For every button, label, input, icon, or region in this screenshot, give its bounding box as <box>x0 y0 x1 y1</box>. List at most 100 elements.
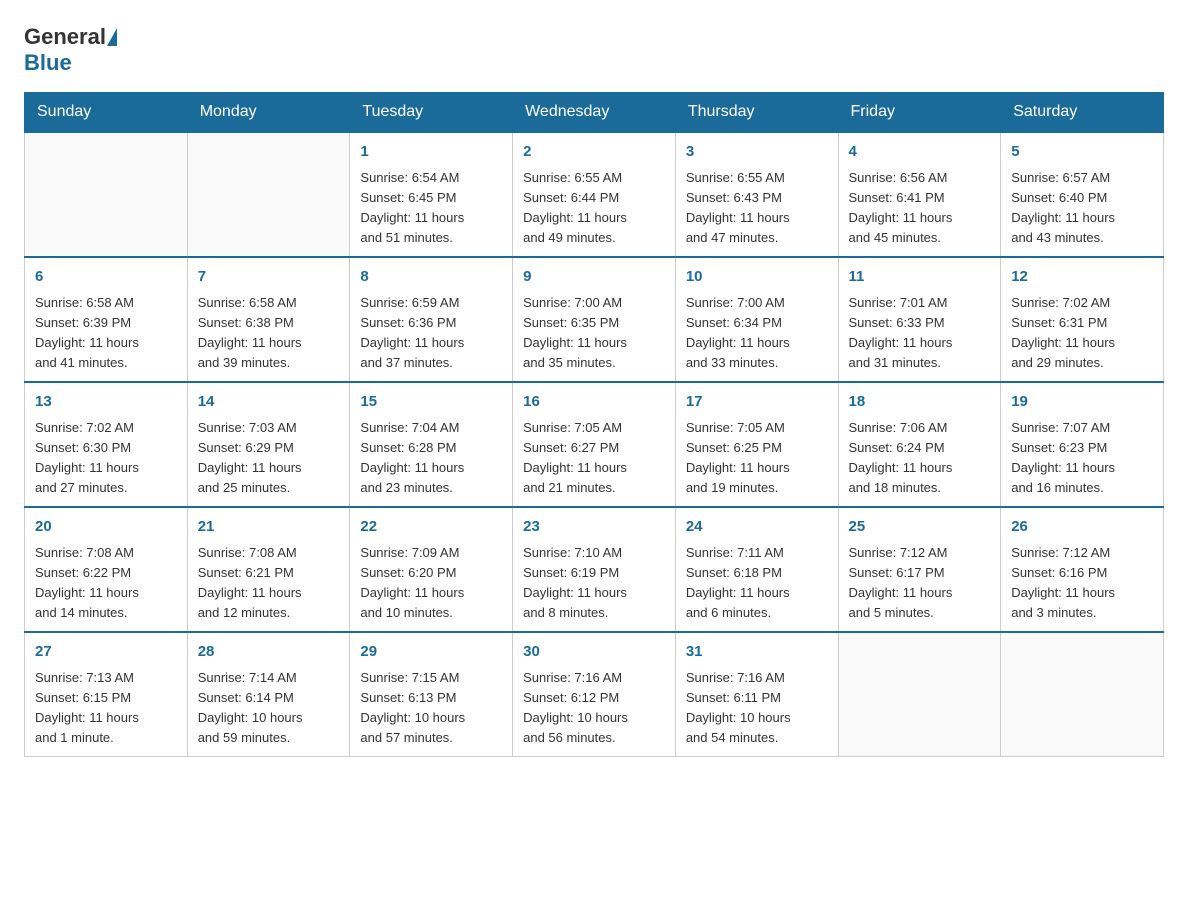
week-row-5: 27Sunrise: 7:13 AM Sunset: 6:15 PM Dayli… <box>25 632 1164 757</box>
day-info: Sunrise: 6:55 AM Sunset: 6:44 PM Dayligh… <box>523 168 665 249</box>
calendar-cell: 24 Sunrise: 7:11 AM Sunset: 6:18 PM Dayli… <box>675 507 838 632</box>
day-info: Sunrise: 7:05 AM Sunset: 6:27 PM Dayligh… <box>523 418 665 499</box>
day-info: Sunrise: 7:07 AM Sunset: 6:23 PM Dayligh… <box>1011 418 1153 499</box>
weekday-header-row: SundayMondayTuesdayWednesdayThursdayFrid… <box>25 93 1164 133</box>
day-info: Sunrise: 7:05 AM Sunset: 6:25 PM Dayligh… <box>686 418 828 499</box>
page-header: General Blue <box>24 24 1164 76</box>
day-info: Sunrise: 7:03 AM Sunset: 6:29 PM Dayligh… <box>198 418 340 499</box>
week-row-3: 13 Sunrise: 7:02 AM Sunset: 6:30 PM Dayli… <box>25 382 1164 507</box>
day-number: 3 <box>686 141 828 164</box>
calendar-cell: 1 Sunrise: 6:54 AM Sunset: 6:45 PM Daylig… <box>350 132 513 257</box>
day-info: Sunrise: 7:01 AM Sunset: 6:33 PM Dayligh… <box>849 293 991 374</box>
calendar-cell: 18 Sunrise: 7:06 AM Sunset: 6:24 PM Dayli… <box>838 382 1001 507</box>
day-number: 22 <box>360 516 502 539</box>
calendar-table: SundayMondayTuesdayWednesdayThursdayFrid… <box>24 92 1164 757</box>
day-info: Sunrise: 7:09 AM Sunset: 6:20 PM Dayligh… <box>360 543 502 624</box>
day-number: 6 <box>35 266 177 289</box>
day-info: Sunrise: 6:59 AM Sunset: 6:36 PM Dayligh… <box>360 293 502 374</box>
week-row-2: 6Sunrise: 6:58 AM Sunset: 6:39 PM Daylig… <box>25 257 1164 382</box>
day-number: 18 <box>849 391 991 414</box>
day-info: Sunrise: 7:16 AM Sunset: 6:12 PM Dayligh… <box>523 668 665 749</box>
day-number: 1 <box>360 141 502 164</box>
day-number: 12 <box>1011 266 1153 289</box>
weekday-header-saturday: Saturday <box>1001 93 1164 133</box>
calendar-cell: 16 Sunrise: 7:05 AM Sunset: 6:27 PM Dayli… <box>513 382 676 507</box>
logo-triangle-icon <box>107 28 117 46</box>
calendar-cell: 26Sunrise: 7:12 AM Sunset: 6:16 PM Dayli… <box>1001 507 1164 632</box>
day-number: 11 <box>849 266 991 289</box>
day-number: 31 <box>686 641 828 664</box>
calendar-cell: 23Sunrise: 7:10 AM Sunset: 6:19 PM Dayli… <box>513 507 676 632</box>
day-info: Sunrise: 6:57 AM Sunset: 6:40 PM Dayligh… <box>1011 168 1153 249</box>
day-info: Sunrise: 7:15 AM Sunset: 6:13 PM Dayligh… <box>360 668 502 749</box>
calendar-cell: 30 Sunrise: 7:16 AM Sunset: 6:12 PM Dayli… <box>513 632 676 757</box>
day-info: Sunrise: 7:02 AM Sunset: 6:30 PM Dayligh… <box>35 418 177 499</box>
calendar-cell: 27Sunrise: 7:13 AM Sunset: 6:15 PM Dayli… <box>25 632 188 757</box>
day-number: 17 <box>686 391 828 414</box>
day-number: 23 <box>523 516 665 539</box>
day-number: 19 <box>1011 391 1153 414</box>
calendar-cell: 14 Sunrise: 7:03 AM Sunset: 6:29 PM Dayli… <box>187 382 350 507</box>
weekday-header-friday: Friday <box>838 93 1001 133</box>
calendar-cell: 17 Sunrise: 7:05 AM Sunset: 6:25 PM Dayli… <box>675 382 838 507</box>
calendar-cell: 9 Sunrise: 7:00 AM Sunset: 6:35 PM Daylig… <box>513 257 676 382</box>
day-info: Sunrise: 7:04 AM Sunset: 6:28 PM Dayligh… <box>360 418 502 499</box>
week-row-4: 20 Sunrise: 7:08 AM Sunset: 6:22 PM Dayli… <box>25 507 1164 632</box>
day-number: 30 <box>523 641 665 664</box>
day-info: Sunrise: 7:00 AM Sunset: 6:35 PM Dayligh… <box>523 293 665 374</box>
day-number: 25 <box>849 516 991 539</box>
calendar-cell <box>838 632 1001 757</box>
day-number: 8 <box>360 266 502 289</box>
weekday-header-monday: Monday <box>187 93 350 133</box>
day-info: Sunrise: 7:00 AM Sunset: 6:34 PM Dayligh… <box>686 293 828 374</box>
day-info: Sunrise: 7:16 AM Sunset: 6:11 PM Dayligh… <box>686 668 828 749</box>
calendar-cell: 20 Sunrise: 7:08 AM Sunset: 6:22 PM Dayli… <box>25 507 188 632</box>
day-number: 7 <box>198 266 340 289</box>
day-number: 21 <box>198 516 340 539</box>
day-number: 4 <box>849 141 991 164</box>
day-number: 9 <box>523 266 665 289</box>
day-number: 2 <box>523 141 665 164</box>
day-number: 24 <box>686 516 828 539</box>
calendar-cell: 8 Sunrise: 6:59 AM Sunset: 6:36 PM Daylig… <box>350 257 513 382</box>
calendar-cell: 15 Sunrise: 7:04 AM Sunset: 6:28 PM Dayli… <box>350 382 513 507</box>
day-number: 15 <box>360 391 502 414</box>
day-number: 29 <box>360 641 502 664</box>
calendar-cell: 28Sunrise: 7:14 AM Sunset: 6:14 PM Dayli… <box>187 632 350 757</box>
day-number: 28 <box>198 641 340 664</box>
day-info: Sunrise: 7:08 AM Sunset: 6:22 PM Dayligh… <box>35 543 177 624</box>
day-number: 13 <box>35 391 177 414</box>
day-info: Sunrise: 7:06 AM Sunset: 6:24 PM Dayligh… <box>849 418 991 499</box>
calendar-cell: 29 Sunrise: 7:15 AM Sunset: 6:13 PM Dayli… <box>350 632 513 757</box>
calendar-cell: 22 Sunrise: 7:09 AM Sunset: 6:20 PM Dayli… <box>350 507 513 632</box>
calendar-cell <box>187 132 350 257</box>
day-number: 14 <box>198 391 340 414</box>
logo-general-text: General <box>24 24 106 50</box>
weekday-header-sunday: Sunday <box>25 93 188 133</box>
calendar-cell: 6Sunrise: 6:58 AM Sunset: 6:39 PM Daylig… <box>25 257 188 382</box>
weekday-header-tuesday: Tuesday <box>350 93 513 133</box>
weekday-header-wednesday: Wednesday <box>513 93 676 133</box>
day-number: 16 <box>523 391 665 414</box>
calendar-cell: 12Sunrise: 7:02 AM Sunset: 6:31 PM Dayli… <box>1001 257 1164 382</box>
day-info: Sunrise: 7:11 AM Sunset: 6:18 PM Dayligh… <box>686 543 828 624</box>
day-number: 10 <box>686 266 828 289</box>
calendar-cell: 7Sunrise: 6:58 AM Sunset: 6:38 PM Daylig… <box>187 257 350 382</box>
logo-blue-text: Blue <box>24 50 72 75</box>
day-info: Sunrise: 6:56 AM Sunset: 6:41 PM Dayligh… <box>849 168 991 249</box>
day-number: 20 <box>35 516 177 539</box>
day-number: 26 <box>1011 516 1153 539</box>
calendar-cell: 4 Sunrise: 6:56 AM Sunset: 6:41 PM Daylig… <box>838 132 1001 257</box>
logo: General Blue <box>24 24 118 76</box>
calendar-cell: 13 Sunrise: 7:02 AM Sunset: 6:30 PM Dayli… <box>25 382 188 507</box>
calendar-cell <box>25 132 188 257</box>
weekday-header-thursday: Thursday <box>675 93 838 133</box>
day-info: Sunrise: 6:54 AM Sunset: 6:45 PM Dayligh… <box>360 168 502 249</box>
day-number: 27 <box>35 641 177 664</box>
day-info: Sunrise: 7:08 AM Sunset: 6:21 PM Dayligh… <box>198 543 340 624</box>
calendar-cell: 3Sunrise: 6:55 AM Sunset: 6:43 PM Daylig… <box>675 132 838 257</box>
day-number: 5 <box>1011 141 1153 164</box>
week-row-1: 1 Sunrise: 6:54 AM Sunset: 6:45 PM Daylig… <box>25 132 1164 257</box>
calendar-cell: 31 Sunrise: 7:16 AM Sunset: 6:11 PM Dayli… <box>675 632 838 757</box>
calendar-cell: 25Sunrise: 7:12 AM Sunset: 6:17 PM Dayli… <box>838 507 1001 632</box>
